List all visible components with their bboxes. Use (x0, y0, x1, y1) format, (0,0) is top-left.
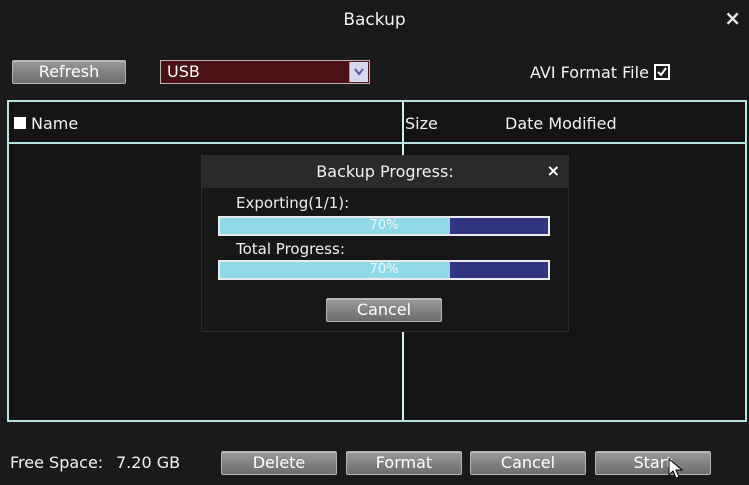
start-button[interactable]: Start (595, 451, 711, 475)
exporting-progress-bar: 70% (218, 216, 550, 236)
table-header: Name Size Date Modified (9, 102, 745, 144)
backup-progress-dialog: Backup Progress: × Exporting(1/1): 70% T… (201, 155, 569, 332)
dialog-close-icon[interactable]: × (547, 161, 560, 180)
avi-format-checkbox[interactable] (654, 64, 670, 80)
column-header-size[interactable]: Size (405, 114, 438, 133)
total-progress-text: 70% (369, 262, 399, 277)
cancel-button[interactable]: Cancel (470, 451, 586, 475)
column-header-name[interactable]: Name (31, 114, 78, 133)
format-button[interactable]: Format (346, 451, 462, 475)
total-progress-bar: 70% (218, 260, 550, 280)
refresh-button[interactable]: Refresh (12, 60, 126, 84)
mouse-pointer-icon (668, 458, 684, 479)
column-header-date-modified[interactable]: Date Modified (505, 114, 617, 133)
close-icon[interactable]: × (724, 6, 741, 30)
delete-button[interactable]: Delete (221, 451, 337, 475)
exporting-progress-text: 70% (369, 218, 399, 233)
device-select-value: USB (167, 62, 200, 81)
device-select[interactable]: USB (160, 60, 370, 84)
free-space-label: Free Space: (10, 453, 104, 472)
exporting-label: Exporting(1/1): (236, 194, 350, 212)
free-space-value: 7.20 GB (116, 453, 181, 472)
dialog-title: Backup Progress: (316, 162, 454, 181)
total-progress-label: Total Progress: (236, 240, 345, 258)
chevron-down-icon[interactable] (349, 62, 368, 82)
select-all-checkbox[interactable] (14, 117, 26, 129)
dialog-cancel-button[interactable]: Cancel (326, 298, 442, 322)
avi-format-label: AVI Format File (530, 63, 649, 82)
checkmark-icon (657, 67, 667, 77)
window-title: Backup (343, 10, 406, 30)
